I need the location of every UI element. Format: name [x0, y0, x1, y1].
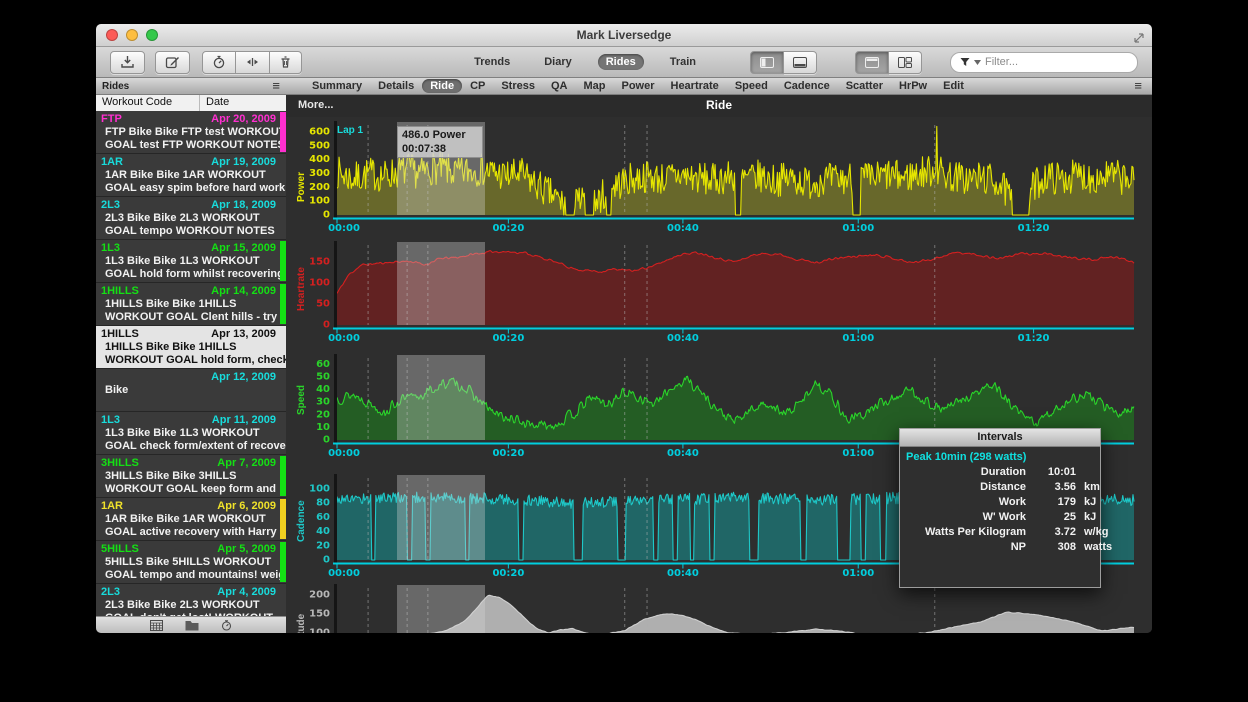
intervals-popup-titlebar[interactable]: Intervals — [900, 429, 1100, 447]
ride-tab-details[interactable]: Details — [370, 79, 422, 93]
bottom-panel-icon — [793, 57, 807, 68]
download-icon — [120, 55, 135, 69]
ride-list-item[interactable]: 1HILLSApr 14, 20091HILLS Bike Bike 1HILL… — [96, 283, 286, 326]
power-axis-label: Power — [296, 172, 307, 202]
ride-list-item[interactable]: Apr 12, 2009Bike — [96, 369, 286, 412]
ride-list-item[interactable]: 1ARApr 19, 20091AR Bike Bike 1AR WORKOUT… — [96, 154, 286, 197]
ride-tab-scatter[interactable]: Scatter — [838, 79, 891, 93]
interval-stat-row: NP308watts — [900, 540, 1100, 555]
ride-tab-speed[interactable]: Speed — [727, 79, 776, 93]
interval-heading: Peak 10min (298 watts) — [900, 447, 1100, 465]
intervals-popup: Intervals Peak 10min (298 watts) Duratio… — [899, 428, 1101, 588]
ride-list-item[interactable]: 1HILLSApr 13, 20091HILLS Bike Bike 1HILL… — [96, 326, 286, 369]
app-tab-train[interactable]: Train — [662, 54, 704, 70]
toggle-bottombar-button[interactable] — [784, 51, 817, 74]
tooltip-power-value: 486.0 Power — [402, 128, 478, 142]
compose-icon — [165, 55, 180, 69]
interval-stat-row: Duration10:01 — [900, 465, 1100, 480]
window-title: Mark Liversedge — [96, 28, 1152, 42]
speed-axis-label: Speed — [296, 385, 307, 415]
ride-tab-map[interactable]: Map — [575, 79, 613, 93]
ride-view-tabs: SummaryDetailsRideCPStressQAMapPowerHear… — [286, 78, 1152, 95]
ride-tab-power[interactable]: Power — [613, 79, 662, 93]
intervals-stopwatch-icon[interactable] — [221, 620, 232, 631]
sidebar-panel-icon — [760, 57, 774, 68]
ride-list-item[interactable]: 1L3Apr 15, 20091L3 Bike Bike 1L3 WORKOUT… — [96, 240, 286, 283]
heartrate-axis-label: Heartrate — [296, 267, 307, 311]
chart-menu-icon[interactable]: ≡ — [1134, 81, 1142, 91]
ride-list-item[interactable]: FTPApr 20, 2009FTP Bike Bike FTP test WO… — [96, 111, 286, 154]
app-tab-trends[interactable]: Trends — [466, 54, 518, 70]
ride-list-item[interactable]: 1ARApr 6, 20091AR Bike Bike 1AR WORKOUTG… — [96, 498, 286, 541]
ride-chart-area: SummaryDetailsRideCPStressQAMapPowerHear… — [286, 78, 1152, 633]
filter-placeholder: Filter... — [985, 56, 1018, 68]
split-ride-button[interactable] — [236, 51, 270, 74]
split-icon — [245, 55, 260, 69]
panel-toggle-group — [750, 51, 817, 74]
edit-button[interactable] — [155, 51, 190, 74]
lap-marker-label: Lap 1 — [337, 125, 363, 136]
rides-sidebar: Rides ≡ Workout Code Date FTPApr 20, 200… — [96, 78, 287, 633]
ride-list-item[interactable]: 3HILLSApr 7, 20093HILLS Bike Bike 3HILLS… — [96, 455, 286, 498]
toggle-sidebar-button[interactable] — [750, 51, 784, 74]
sidebar-title: Rides — [102, 81, 129, 92]
download-button[interactable] — [110, 51, 145, 74]
ride-list-item[interactable]: 1L3Apr 11, 20091L3 Bike Bike 1L3 WORKOUT… — [96, 412, 286, 455]
ride-tab-stress[interactable]: Stress — [493, 79, 543, 93]
ride-list-item[interactable]: 2L3Apr 18, 20092L3 Bike Bike 2L3 WORKOUT… — [96, 197, 286, 240]
sidebar-bottom-bar — [96, 616, 286, 633]
ride-tab-edit[interactable]: Edit — [935, 79, 972, 93]
sidebar-menu-icon[interactable]: ≡ — [272, 81, 280, 91]
column-workout-code[interactable]: Workout Code — [96, 95, 200, 111]
app-tab-rides[interactable]: Rides — [598, 54, 644, 70]
fullscreen-icon[interactable] — [1134, 33, 1144, 43]
main-toolbar: Trends Diary Rides Train — [96, 47, 1152, 78]
app-view-tabs: Trends Diary Rides Train — [466, 54, 704, 70]
app-tab-diary[interactable]: Diary — [536, 54, 580, 70]
trash-icon — [279, 55, 292, 69]
ride-tab-heartrate[interactable]: Heartrate — [663, 79, 727, 93]
folder-icon[interactable] — [185, 620, 199, 631]
sidebar-column-headers: Workout Code Date — [96, 95, 286, 112]
ride-list: FTPApr 20, 2009FTP Bike Bike FTP test WO… — [96, 111, 286, 617]
interval-stats: Duration10:01Distance3.56kmWork179kJW' W… — [900, 465, 1100, 555]
ride-tab-cp[interactable]: CP — [462, 79, 493, 93]
tooltip-time-value: 00:07:38 — [402, 142, 478, 156]
tiled-view-button[interactable] — [889, 51, 922, 74]
chart-layout-group — [855, 51, 922, 74]
single-view-button[interactable] — [855, 51, 889, 74]
filter-dropdown-icon — [974, 60, 981, 65]
ride-tab-cadence[interactable]: Cadence — [776, 79, 838, 93]
ride-tab-summary[interactable]: Summary — [304, 79, 370, 93]
screen-background: Mark Liversedge — [0, 0, 1248, 702]
filter-input[interactable]: Filter... — [950, 52, 1138, 73]
altitude-axis-label: Altitude — [296, 614, 307, 633]
title-bar[interactable]: Mark Liversedge — [96, 24, 1152, 47]
interval-stat-row: Distance3.56km — [900, 480, 1100, 495]
stopwatch-icon — [212, 55, 226, 69]
ride-title-bar: More... Ride — [286, 95, 1152, 117]
tiled-panes-icon — [898, 57, 912, 68]
cadence-axis-label: Cadence — [296, 500, 307, 542]
ride-list-item[interactable]: 2L3Apr 4, 20092L3 Bike Bike 2L3 WORKOUTG… — [96, 584, 286, 617]
ride-tab-hrpw[interactable]: HrPw — [891, 79, 935, 93]
ride-tab-qa[interactable]: QA — [543, 79, 576, 93]
filter-funnel-icon — [960, 57, 970, 67]
ride-list-item[interactable]: 5HILLSApr 5, 20095HILLS Bike 5HILLS WORK… — [96, 541, 286, 584]
interval-stat-row: Work179kJ — [900, 495, 1100, 510]
interval-stat-row: W' Work25kJ — [900, 510, 1100, 525]
delete-button[interactable] — [270, 51, 302, 74]
power-tooltip: 486.0 Power 00:07:38 — [397, 126, 483, 158]
sidebar-header: Rides ≡ — [96, 78, 286, 95]
calendar-icon[interactable] — [150, 620, 163, 631]
intervals-button[interactable] — [202, 51, 236, 74]
app-window: Mark Liversedge — [96, 24, 1152, 633]
ride-tab-ride[interactable]: Ride — [422, 79, 462, 93]
single-pane-icon — [865, 57, 879, 68]
interval-stat-row: Watts Per Kilogram3.72w/kg — [900, 525, 1100, 540]
ride-actions-group — [202, 51, 302, 74]
layout-toggles — [738, 51, 922, 74]
column-date[interactable]: Date — [200, 95, 235, 111]
ride-page-title: Ride — [286, 98, 1152, 112]
